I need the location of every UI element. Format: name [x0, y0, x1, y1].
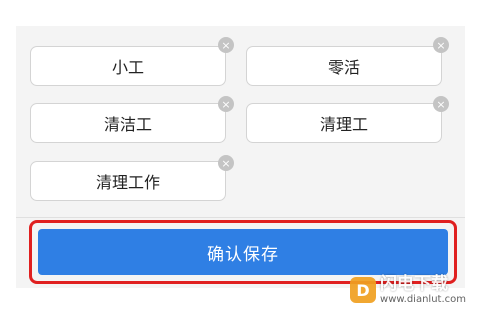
close-icon[interactable]: ×	[433, 96, 449, 112]
tag-label: 零活	[327, 58, 360, 77]
close-icon[interactable]: ×	[218, 96, 234, 112]
save-button-label: 确认保存	[207, 244, 279, 265]
close-icon[interactable]: ×	[433, 37, 449, 53]
tag-chip[interactable]: 清洁工	[30, 103, 226, 143]
divider	[16, 217, 465, 218]
tag-label: 清理工作	[95, 173, 160, 192]
tag-label: 清洁工	[103, 115, 152, 134]
close-icon[interactable]: ×	[218, 37, 234, 53]
watermark-name: 闪电下载	[380, 274, 449, 295]
tag-label: 小工	[111, 58, 144, 77]
tag-chip[interactable]: 清理工	[246, 103, 442, 143]
tag-chip[interactable]: 小工	[30, 46, 226, 86]
tag-chip[interactable]: 清理工作	[30, 161, 226, 201]
lightning-logo-icon: D	[350, 277, 377, 304]
watermark-url: www.dianlut.com	[380, 294, 466, 305]
close-icon[interactable]: ×	[218, 155, 234, 171]
tag-label: 清理工	[319, 115, 368, 134]
save-button[interactable]: 确认保存	[38, 229, 448, 275]
tag-chip[interactable]: 零活	[246, 46, 442, 86]
watermark: D 闪电下载 www.dianlut.com	[350, 275, 466, 305]
